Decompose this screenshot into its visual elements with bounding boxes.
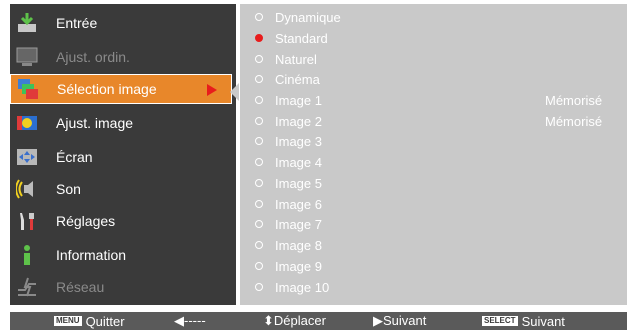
option-image-5[interactable]: Image 5 bbox=[240, 173, 627, 193]
option-label: Cinéma bbox=[275, 71, 320, 87]
option-label: Image 3 bbox=[275, 133, 322, 149]
menu-item-label: Ajust. image bbox=[56, 115, 134, 131]
menu-item-son[interactable]: Son bbox=[10, 174, 236, 204]
menu-item-information[interactable]: Information bbox=[10, 240, 236, 270]
main-menu: Entrée Ajust. ordin. Sélection image Aju… bbox=[10, 4, 236, 305]
menu-item-label: Entrée bbox=[56, 15, 98, 31]
radio-off-icon bbox=[255, 96, 263, 104]
sound-icon bbox=[15, 178, 38, 200]
option-label: Image 4 bbox=[275, 154, 322, 170]
memorized-label: Mémorisé bbox=[545, 92, 603, 108]
menu-key-icon: MENU bbox=[54, 316, 82, 326]
option-label: Naturel bbox=[275, 51, 317, 67]
option-label: Image 2 bbox=[275, 113, 322, 129]
option-image-9[interactable]: Image 9 bbox=[240, 256, 627, 276]
option-image-6[interactable]: Image 6 bbox=[240, 194, 627, 214]
radio-off-icon bbox=[255, 117, 263, 125]
option-label: Image 8 bbox=[275, 237, 322, 253]
radio-off-icon bbox=[255, 55, 263, 63]
radio-off-icon bbox=[255, 158, 263, 166]
radio-off-icon bbox=[255, 179, 263, 187]
help-move-label: ⬍Déplacer bbox=[263, 313, 326, 328]
image-mode-list: Dynamique Standard Naturel Cinéma Image … bbox=[240, 4, 627, 305]
image-adjust-icon bbox=[16, 112, 38, 134]
menu-item-label: Information bbox=[56, 247, 127, 263]
memorized-label: Mémorisé bbox=[545, 113, 603, 129]
option-label: Image 10 bbox=[275, 279, 330, 295]
option-label: Image 1 bbox=[275, 92, 322, 108]
help-next: ▶Suivant bbox=[373, 312, 426, 330]
help-bar: MENU Quitter ◀----- ⬍Déplacer ▶Suivant S… bbox=[10, 312, 627, 330]
menu-item-ajust-image[interactable]: Ajust. image bbox=[10, 108, 236, 138]
network-icon bbox=[16, 276, 38, 298]
information-icon bbox=[16, 244, 38, 266]
help-back-label: ◀----- bbox=[174, 313, 206, 328]
radio-off-icon bbox=[255, 137, 263, 145]
option-label: Dynamique bbox=[275, 9, 341, 25]
option-label: Image 9 bbox=[275, 258, 322, 274]
help-quit: MENU Quitter bbox=[54, 312, 125, 330]
radio-off-icon bbox=[255, 75, 263, 83]
pc-adjust-icon bbox=[16, 46, 38, 68]
radio-on-icon bbox=[255, 34, 263, 42]
settings-icon bbox=[16, 210, 38, 232]
help-quit-label: Quitter bbox=[85, 313, 125, 329]
menu-item-reseau[interactable]: Réseau bbox=[10, 272, 236, 302]
menu-item-label: Sélection image bbox=[57, 81, 157, 97]
radio-off-icon bbox=[255, 13, 263, 21]
option-image-4[interactable]: Image 4 bbox=[240, 152, 627, 172]
option-standard[interactable]: Standard bbox=[240, 28, 627, 48]
submenu-pointer bbox=[230, 83, 239, 101]
menu-item-entree[interactable]: Entrée bbox=[10, 8, 236, 38]
select-key-icon: SELECT bbox=[482, 316, 518, 326]
menu-item-ecran[interactable]: Écran bbox=[10, 142, 236, 172]
input-icon bbox=[16, 12, 38, 34]
option-image-2[interactable]: Image 2 Mémorisé bbox=[240, 111, 627, 131]
projector-osd: Entrée Ajust. ordin. Sélection image Aju… bbox=[0, 0, 637, 330]
help-next-label: ▶Suivant bbox=[373, 313, 427, 328]
menu-item-label: Son bbox=[56, 181, 81, 197]
option-image-7[interactable]: Image 7 bbox=[240, 214, 627, 234]
menu-item-ajust-ordin[interactable]: Ajust. ordin. bbox=[10, 42, 236, 72]
menu-item-label: Ajust. ordin. bbox=[56, 49, 130, 65]
option-naturel[interactable]: Naturel bbox=[240, 49, 627, 69]
option-image-10[interactable]: Image 10 bbox=[240, 277, 627, 297]
menu-item-label: Réglages bbox=[56, 213, 116, 229]
radio-off-icon bbox=[255, 241, 263, 249]
menu-item-label: Réseau bbox=[56, 279, 105, 295]
option-label: Image 5 bbox=[275, 175, 322, 191]
radio-off-icon bbox=[255, 200, 263, 208]
image-select-icon bbox=[17, 78, 39, 100]
menu-item-reglages[interactable]: Réglages bbox=[10, 206, 236, 236]
radio-off-icon bbox=[255, 283, 263, 291]
option-image-3[interactable]: Image 3 bbox=[240, 131, 627, 151]
radio-off-icon bbox=[255, 220, 263, 228]
option-image-8[interactable]: Image 8 bbox=[240, 235, 627, 255]
option-label: Image 6 bbox=[275, 196, 322, 212]
option-dynamique[interactable]: Dynamique bbox=[240, 7, 627, 27]
help-move: ⬍Déplacer bbox=[263, 312, 326, 330]
help-select: SELECT Suivant bbox=[482, 312, 565, 330]
screen-icon bbox=[16, 146, 38, 168]
menu-item-label: Écran bbox=[56, 149, 93, 165]
submenu-arrow-icon bbox=[207, 84, 217, 96]
menu-item-selection-image[interactable]: Sélection image bbox=[10, 74, 232, 104]
help-back: ◀----- bbox=[174, 312, 206, 330]
help-select-label: Suivant bbox=[521, 313, 565, 329]
option-label: Standard bbox=[275, 30, 328, 46]
radio-off-icon bbox=[255, 262, 263, 270]
option-label: Image 7 bbox=[275, 216, 322, 232]
option-cinema[interactable]: Cinéma bbox=[240, 69, 627, 89]
option-image-1[interactable]: Image 1 Mémorisé bbox=[240, 90, 627, 110]
